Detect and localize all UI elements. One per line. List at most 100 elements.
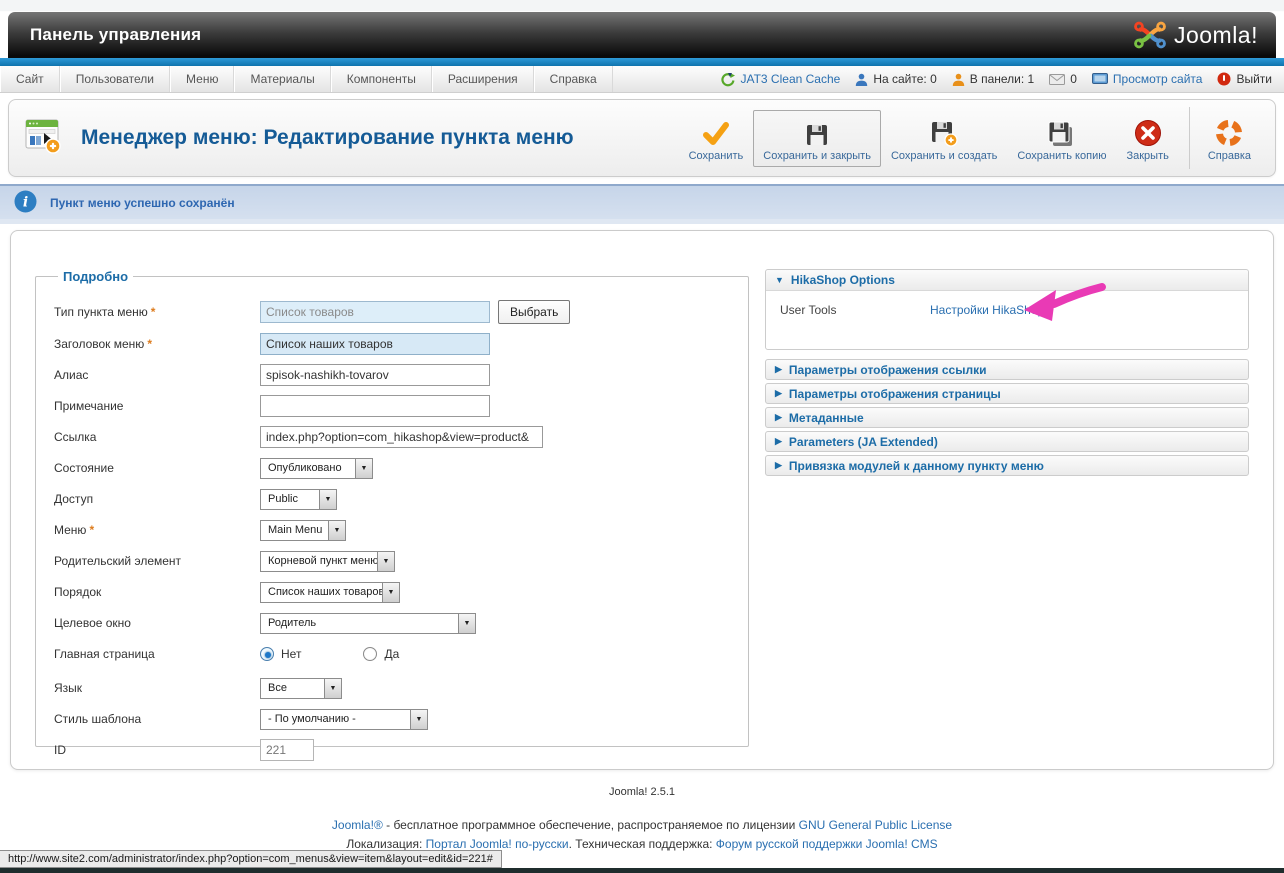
parent-label: Родительский элемент bbox=[54, 554, 260, 568]
save-copy-icon bbox=[1048, 117, 1075, 147]
chevron-down-icon: ▼ bbox=[324, 679, 341, 698]
panel-title: Панель управления bbox=[8, 25, 201, 45]
target-label: Целевое окно bbox=[54, 616, 260, 630]
browser-status-url: http://www.site2.com/administrator/index… bbox=[0, 850, 502, 868]
system-message: i Пункт меню успешно сохранён bbox=[0, 184, 1284, 219]
save-new-icon bbox=[931, 117, 958, 147]
page-title: Менеджер меню: Редактирование пункта мен… bbox=[81, 126, 574, 150]
user-blue-icon bbox=[855, 73, 868, 86]
menu-content[interactable]: Материалы bbox=[234, 66, 330, 92]
hikashop-settings-link[interactable]: Настройки HikaShop bbox=[930, 301, 1044, 317]
chevron-down-icon: ▼ bbox=[458, 614, 475, 633]
alias-field[interactable] bbox=[260, 364, 490, 386]
hikashop-options-panel: ▼ HikaShop Options User Tools Настройки … bbox=[765, 269, 1249, 350]
mail-icon bbox=[1049, 74, 1065, 85]
joomla-star-icon bbox=[1133, 18, 1167, 52]
link-label: Ссылка bbox=[54, 430, 260, 444]
home-label: Главная страница bbox=[54, 647, 260, 661]
language-label: Язык bbox=[54, 681, 260, 695]
save-check-icon bbox=[702, 117, 730, 147]
menu-type-field[interactable] bbox=[260, 301, 490, 323]
save-close-icon bbox=[805, 117, 829, 147]
menu-label: Меню* bbox=[54, 523, 260, 537]
template-style-select[interactable]: - По умолчанию -▼ bbox=[260, 709, 428, 730]
menu-manager-icon bbox=[23, 117, 67, 160]
toolbar: Менеджер меню: Редактирование пункта мен… bbox=[8, 99, 1276, 177]
menu-type-label: Тип пункта меню* bbox=[54, 305, 260, 319]
hikashop-options-header[interactable]: ▼ HikaShop Options bbox=[766, 270, 1248, 291]
chevron-down-icon: ▼ bbox=[355, 459, 372, 478]
localization-text: Локализация: bbox=[346, 837, 425, 851]
access-select[interactable]: Public▼ bbox=[260, 489, 337, 510]
message-text: Пункт меню успешно сохранён bbox=[50, 196, 235, 210]
edit-form: Подробно Тип пункта меню* Выбрать Заголо… bbox=[10, 230, 1274, 770]
save-button[interactable]: Сохранить bbox=[679, 110, 754, 167]
save-close-button[interactable]: Сохранить и закрыть bbox=[753, 110, 881, 167]
svg-text:i: i bbox=[23, 194, 28, 210]
cancel-icon bbox=[1134, 117, 1162, 147]
preview-site-link[interactable]: Просмотр сайта bbox=[1092, 72, 1203, 86]
user-orange-icon bbox=[952, 73, 965, 86]
jat3-clean-cache-link[interactable]: JAT3 Clean Cache bbox=[720, 72, 840, 87]
menu-extensions[interactable]: Расширения bbox=[432, 66, 534, 92]
joomla-version: Joomla! 2.5.1 bbox=[0, 786, 1284, 798]
menu-menus[interactable]: Меню bbox=[170, 66, 234, 92]
template-style-label: Стиль шаблона bbox=[54, 712, 260, 726]
hikashop-options-body: User Tools Настройки HikaShop bbox=[766, 291, 1248, 349]
chevron-collapsed-icon: ▶ bbox=[775, 388, 782, 399]
logout-link[interactable]: Выйти bbox=[1217, 72, 1272, 86]
clean-cache-icon bbox=[720, 72, 735, 87]
menu-select[interactable]: Main Menu▼ bbox=[260, 520, 346, 541]
menu-users[interactable]: Пользователи bbox=[60, 66, 170, 92]
gnu-license-link[interactable]: GNU General Public License bbox=[799, 818, 952, 832]
chevron-down-icon: ▼ bbox=[328, 521, 345, 540]
link-display-panel-header[interactable]: ▶ Параметры отображения ссылки bbox=[765, 359, 1249, 380]
ja-extended-panel-header[interactable]: ▶ Parameters (JA Extended) bbox=[765, 431, 1249, 452]
support-text: . Техническая поддержка: bbox=[569, 837, 716, 851]
chevron-collapsed-icon: ▶ bbox=[775, 460, 782, 471]
user-tools-label: User Tools bbox=[780, 301, 930, 317]
language-select[interactable]: Все▼ bbox=[260, 678, 342, 699]
menu-site[interactable]: Сайт bbox=[0, 66, 60, 92]
menu-components[interactable]: Компоненты bbox=[331, 66, 432, 92]
home-yes-radio[interactable] bbox=[363, 647, 377, 661]
module-assignment-panel-header[interactable]: ▶ Привязка модулей к данному пункту меню bbox=[765, 455, 1249, 476]
link-field[interactable] bbox=[260, 426, 543, 448]
main-menubar: Сайт Пользователи Меню Материалы Компоне… bbox=[0, 66, 1284, 93]
message-strip bbox=[0, 219, 1284, 224]
state-select[interactable]: Опубликовано▼ bbox=[260, 458, 373, 479]
messages-counter[interactable]: 0 bbox=[1049, 72, 1077, 86]
chevron-down-icon: ▼ bbox=[319, 490, 336, 509]
id-label: ID bbox=[54, 743, 260, 757]
chevron-collapsed-icon: ▶ bbox=[775, 436, 782, 447]
menu-title-label: Заголовок меню* bbox=[54, 337, 260, 351]
chevron-collapsed-icon: ▶ bbox=[775, 364, 782, 375]
toolbar-divider bbox=[1189, 107, 1190, 169]
target-select[interactable]: Родитель▼ bbox=[260, 613, 476, 634]
menu-help[interactable]: Справка bbox=[534, 66, 613, 92]
help-button[interactable]: Справка bbox=[1198, 110, 1261, 167]
chevron-expanded-icon: ▼ bbox=[775, 275, 784, 285]
page-display-panel-header[interactable]: ▶ Параметры отображения страницы bbox=[765, 383, 1249, 404]
metadata-panel-header[interactable]: ▶ Метаданные bbox=[765, 407, 1249, 428]
joomla-link[interactable]: Joomla!® bbox=[332, 818, 383, 832]
browser-chrome-strip bbox=[0, 0, 1284, 12]
ordering-select[interactable]: Список наших товаров▼ bbox=[260, 582, 400, 603]
alias-label: Алиас bbox=[54, 368, 260, 382]
logout-icon bbox=[1217, 72, 1231, 86]
select-type-button[interactable]: Выбрать bbox=[498, 300, 570, 324]
save-copy-button[interactable]: Сохранить копию bbox=[1007, 110, 1116, 167]
close-button[interactable]: Закрыть bbox=[1116, 110, 1178, 167]
note-field[interactable] bbox=[260, 395, 490, 417]
footer: Joomla! 2.5.1 Joomla!® - бесплатное прог… bbox=[0, 786, 1284, 851]
visitors-on-site: На сайте: 0 bbox=[855, 72, 936, 86]
admin-header: Панель управления Joomla! bbox=[8, 12, 1276, 58]
joomla-logo: Joomla! bbox=[1133, 18, 1276, 52]
joomla-russian-portal-link[interactable]: Портал Joomla! по-русски bbox=[426, 837, 569, 851]
russian-support-forum-link[interactable]: Форум русской поддержки Joomla! CMS bbox=[716, 837, 938, 851]
state-label: Состояние bbox=[54, 461, 260, 475]
parent-select[interactable]: Корневой пункт меню▼ bbox=[260, 551, 395, 572]
menu-title-field[interactable] bbox=[260, 333, 490, 355]
save-new-button[interactable]: Сохранить и создать bbox=[881, 110, 1007, 167]
home-no-radio[interactable] bbox=[260, 647, 274, 661]
